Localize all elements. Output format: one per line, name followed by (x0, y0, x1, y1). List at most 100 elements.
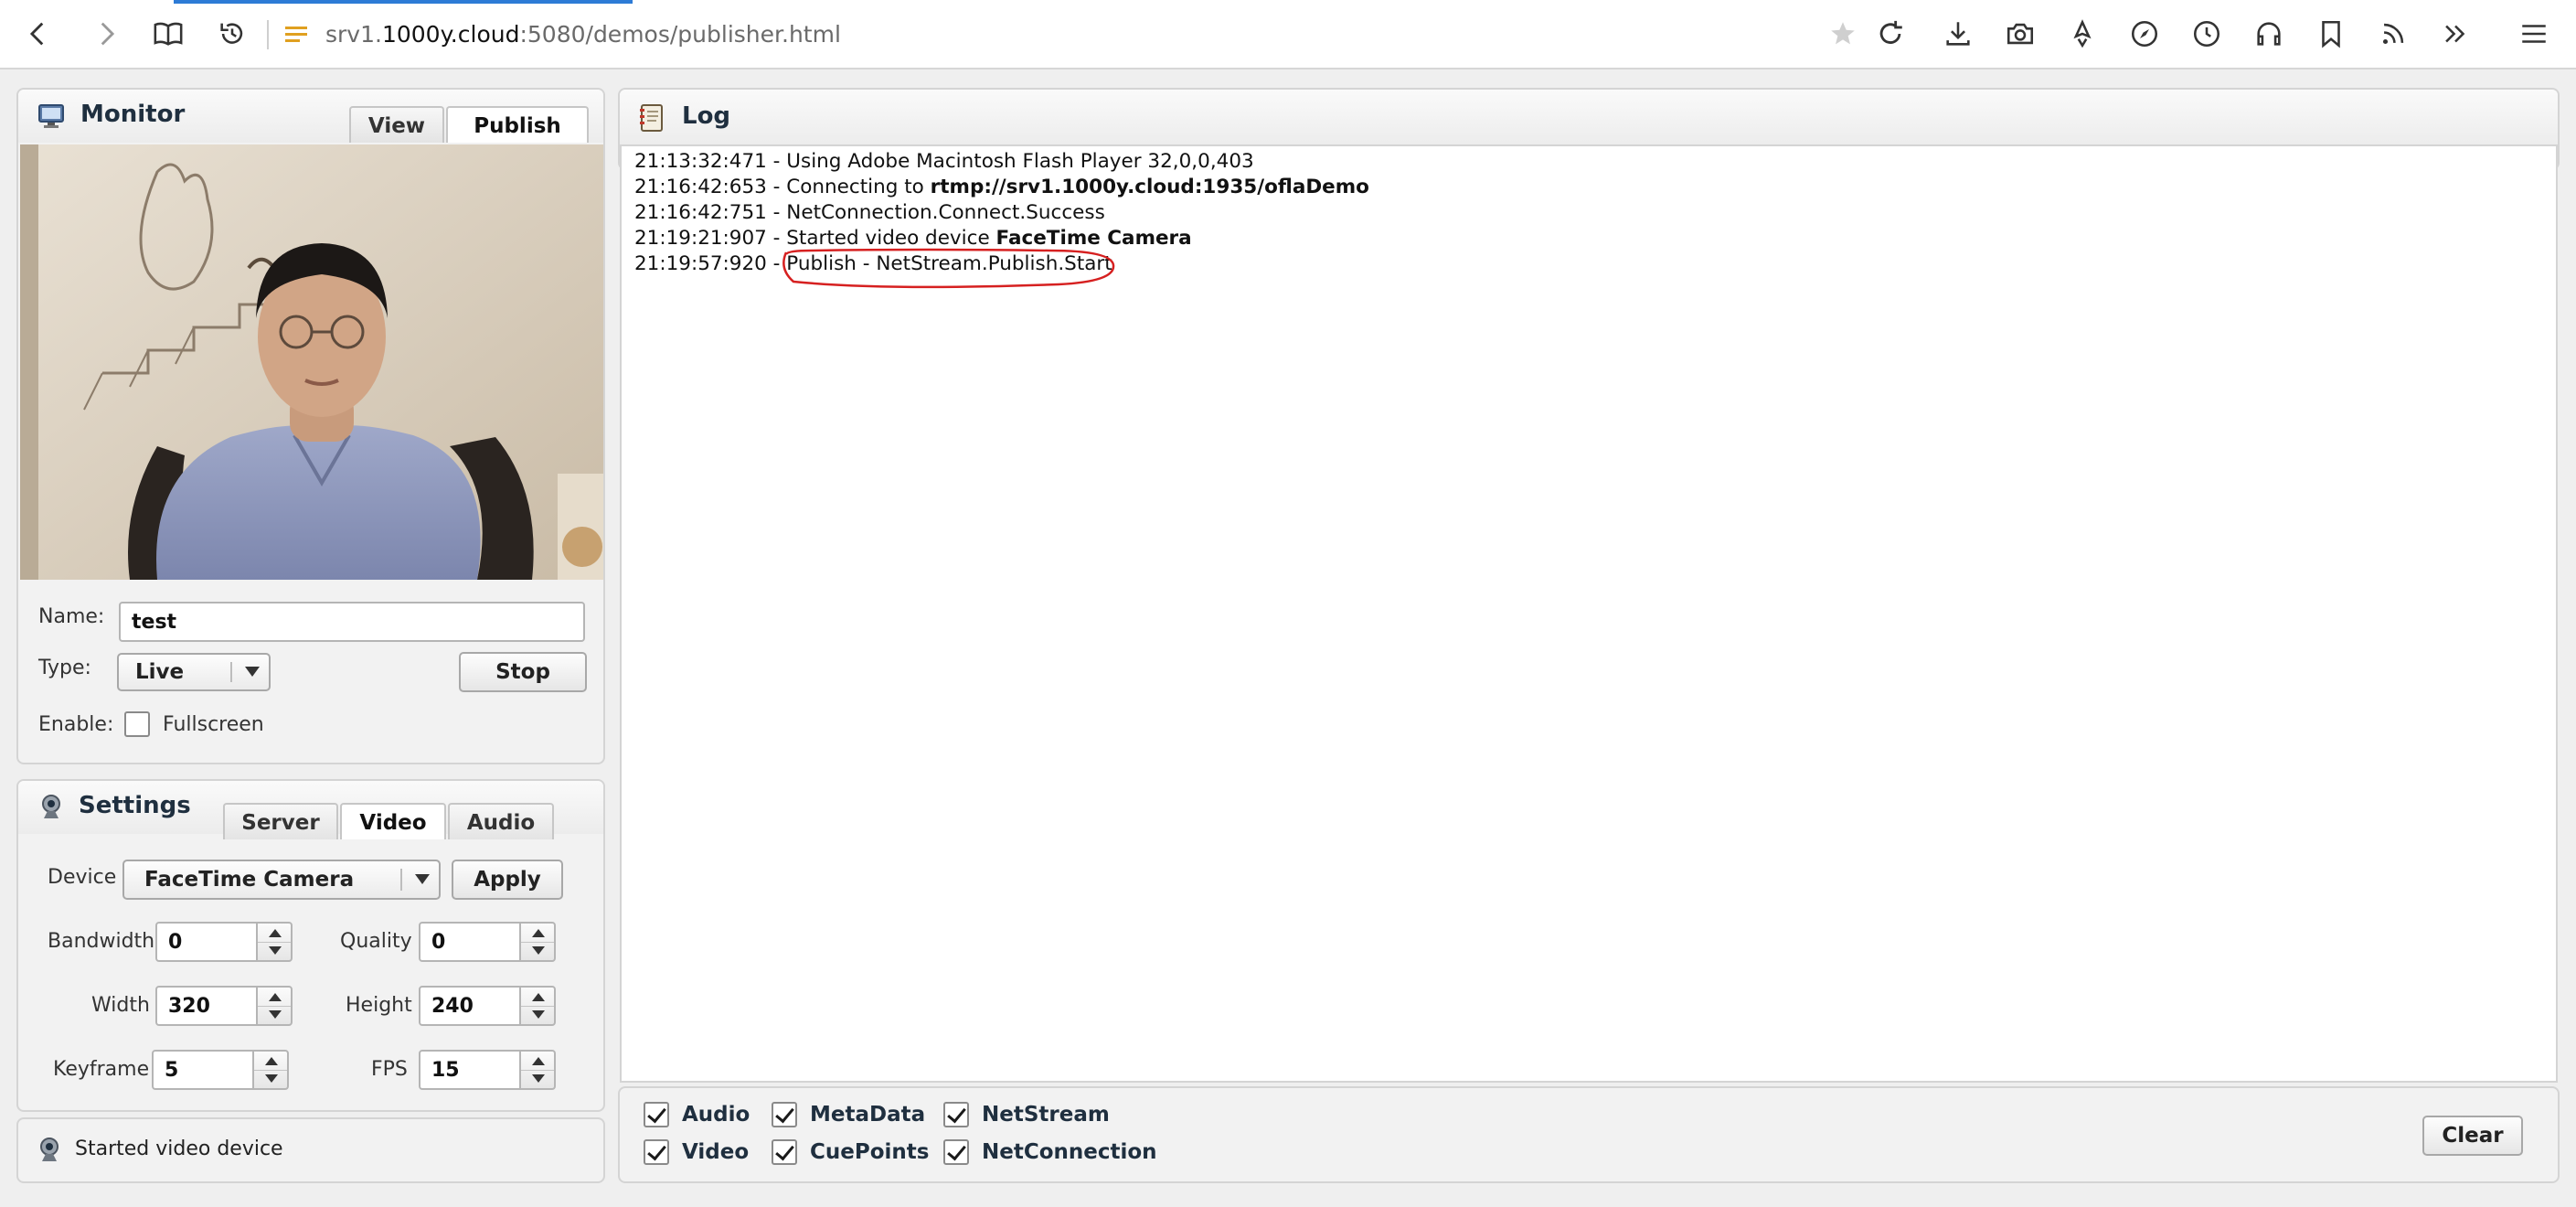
filter-cuepoints-checkbox[interactable] (772, 1139, 797, 1165)
filter-video-checkbox[interactable] (644, 1139, 669, 1165)
quality-stepper[interactable]: 0 (419, 922, 556, 962)
status-panel: Started video device (16, 1117, 605, 1183)
menu-icon[interactable] (2516, 16, 2552, 52)
device-label: Device (48, 866, 117, 889)
spin-down-icon[interactable] (258, 1006, 291, 1024)
rss-icon[interactable] (2375, 16, 2411, 52)
name-input[interactable]: test (119, 602, 585, 642)
status-text: Started video device (75, 1138, 283, 1160)
headphones-icon[interactable] (2251, 16, 2287, 52)
spin-up-icon[interactable] (258, 924, 291, 943)
stop-button[interactable]: Stop (459, 652, 587, 692)
bandwidth-label: Bandwidth (48, 930, 155, 953)
filter-netconnection-label: NetConnection (982, 1140, 1157, 1164)
camera-icon[interactable] (2002, 16, 2038, 52)
clock-icon[interactable] (2188, 16, 2225, 52)
forward-icon[interactable] (88, 16, 124, 52)
quality-value[interactable]: 0 (419, 922, 521, 962)
fps-label: FPS (371, 1058, 408, 1081)
toolbar-separator (267, 20, 269, 49)
name-label: Name: (38, 605, 105, 628)
filter-metadata-checkbox[interactable] (772, 1102, 797, 1127)
device-select-divider (400, 869, 402, 891)
filter-netstream-label: NetStream (982, 1103, 1110, 1127)
spin-down-icon[interactable] (521, 942, 554, 960)
filter-netstream-checkbox[interactable] (943, 1102, 969, 1127)
fps-spin-buttons[interactable] (519, 1050, 556, 1090)
spin-up-icon[interactable] (521, 1052, 554, 1071)
width-spin-buttons[interactable] (256, 986, 293, 1026)
log-line-text: 21:16:42:653 - Connecting to (634, 176, 931, 198)
bandwidth-value[interactable]: 0 (155, 922, 258, 962)
notebook-icon (636, 103, 665, 133)
height-stepper[interactable]: 240 (419, 986, 556, 1026)
filter-audio-checkbox[interactable] (644, 1102, 669, 1127)
download-icon[interactable] (1940, 16, 1976, 52)
keyframe-stepper[interactable]: 5 (152, 1050, 289, 1090)
url-rest: :5080/demos/publisher.html (519, 21, 841, 48)
chevron-down-icon (245, 667, 260, 677)
height-spin-buttons[interactable] (519, 986, 556, 1026)
monitor-title: Monitor (80, 101, 186, 128)
site-info-icon[interactable] (283, 24, 311, 46)
spin-down-icon[interactable] (521, 1006, 554, 1024)
keyframe-label: Keyframe (53, 1058, 150, 1081)
tab-view[interactable]: View (349, 106, 444, 143)
width-stepper[interactable]: 320 (155, 986, 293, 1026)
spin-down-icon[interactable] (254, 1070, 287, 1088)
tab-audio[interactable]: Audio (448, 803, 554, 839)
filter-netconnection-checkbox[interactable] (943, 1139, 969, 1165)
type-select[interactable]: Live (117, 653, 271, 691)
star-icon[interactable] (1825, 16, 1861, 52)
log-title: Log (682, 102, 731, 130)
device-select[interactable]: FaceTime Camera (122, 860, 441, 900)
tab-server[interactable]: Server (223, 803, 338, 839)
log-filter-panel (618, 1086, 2560, 1183)
clear-button[interactable]: Clear (2422, 1116, 2523, 1156)
log-line: 21:16:42:751 - NetConnection.Connect.Suc… (634, 201, 1105, 224)
log-line: 21:16:42:653 - Connecting to rtmp://srv1… (634, 176, 1369, 198)
back-icon[interactable] (20, 16, 57, 52)
filter-audio-label: Audio (682, 1103, 750, 1127)
enable-label: Enable: (38, 713, 114, 736)
tab-publish[interactable]: Publish (446, 106, 589, 143)
more-tools-icon[interactable] (2437, 16, 2474, 52)
bandwidth-stepper[interactable]: 0 (155, 922, 293, 962)
log-line-text: 21:16:42:751 - NetConnection.Connect.Suc… (634, 201, 1105, 224)
bandwidth-spin-buttons[interactable] (256, 922, 293, 962)
type-select-value: Live (135, 660, 185, 684)
apply-button[interactable]: Apply (452, 860, 563, 900)
log-output: 21:13:32:471 - Using Adobe Macintosh Fla… (620, 144, 2558, 1083)
spin-up-icon[interactable] (258, 988, 291, 1007)
compass-icon[interactable] (2126, 16, 2163, 52)
reload-icon[interactable] (1872, 16, 1909, 52)
filter-cuepoints-label: CuePoints (810, 1140, 930, 1164)
webcam-frame (20, 144, 603, 580)
fullscreen-checkbox[interactable] (124, 711, 150, 737)
width-value[interactable]: 320 (155, 986, 258, 1026)
quality-spin-buttons[interactable] (519, 922, 556, 962)
keyframe-value[interactable]: 5 (152, 1050, 254, 1090)
spin-up-icon[interactable] (521, 988, 554, 1007)
keyframe-spin-buttons[interactable] (252, 1050, 289, 1090)
monitor-icon (37, 101, 66, 131)
history-back-icon[interactable] (214, 16, 250, 52)
spin-up-icon[interactable] (254, 1052, 287, 1071)
page-load-progress (174, 0, 633, 4)
type-label: Type: (38, 657, 91, 679)
log-line: 21:13:32:471 - Using Adobe Macintosh Fla… (634, 150, 1254, 173)
fps-stepper[interactable]: 15 (419, 1050, 556, 1090)
settings-webcam-icon (37, 793, 66, 822)
fps-value[interactable]: 15 (419, 1050, 521, 1090)
reader-icon[interactable] (150, 16, 186, 52)
filter-video-label: Video (682, 1140, 750, 1164)
tab-video[interactable]: Video (340, 803, 446, 839)
spin-up-icon[interactable] (521, 924, 554, 943)
address-bar[interactable]: srv1.1000y.cloud:5080/demos/publisher.ht… (325, 18, 841, 51)
spin-down-icon[interactable] (258, 942, 291, 960)
spin-down-icon[interactable] (521, 1070, 554, 1088)
height-value[interactable]: 240 (419, 986, 521, 1026)
rocket-icon[interactable] (2064, 16, 2101, 52)
video-monitor (20, 144, 603, 580)
bookmark-icon[interactable] (2313, 16, 2349, 52)
